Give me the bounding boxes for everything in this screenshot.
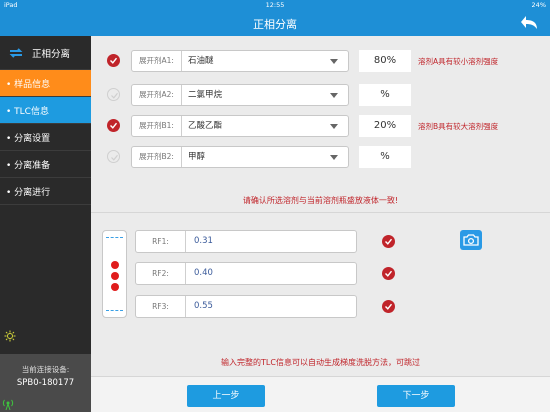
solvent-warning: 请确认所选溶剂与当前溶剂瓶盛放液体一致!	[242, 196, 399, 205]
solvent-row-a1: 展开剂A1: 石油醚 80% 溶剂A具有较小溶剂强度	[91, 50, 550, 72]
checkmark-icon	[110, 122, 118, 129]
status-battery: 24%	[531, 1, 546, 9]
checkmark-icon	[385, 270, 393, 277]
solvent-row-b2: 展开剂B2: 甲醇 %	[91, 146, 550, 168]
device-name: SPB0-180177	[16, 378, 75, 388]
sun-icon[interactable]	[4, 330, 16, 342]
bottom-bar: 上一步 下一步	[91, 376, 550, 412]
solvent-b1-percent-input[interactable]: 20%	[359, 115, 411, 137]
solvent-front-line	[106, 237, 123, 238]
sidebar-item-label: • TLC信息	[6, 106, 49, 117]
checkmark-icon	[111, 154, 118, 161]
solvent-b1-checkbox[interactable]	[107, 119, 120, 132]
rf1-field[interactable]: RF1: 0.31	[135, 230, 357, 253]
tlc-spot	[111, 283, 119, 291]
rf3-field[interactable]: RF3: 0.55	[135, 295, 357, 318]
checkmark-icon	[385, 238, 393, 245]
solvent-b-note: 溶剂B具有较大溶剂强度	[418, 122, 499, 131]
page-title: 正相分离	[253, 18, 297, 31]
sidebar-item-tlc-info[interactable]: • TLC信息	[0, 97, 91, 124]
rf2-check	[382, 267, 395, 280]
sidebar-item-separation-prep[interactable]: • 分离准备	[0, 151, 91, 178]
solvent-b1-select[interactable]: 展开剂B1: 乙酸乙酯	[131, 115, 349, 137]
sidebar-item-separation-settings[interactable]: • 分离设置	[0, 124, 91, 151]
device-label: 当前连接设备:	[21, 365, 70, 374]
solvent-a1-label: 展开剂A1:	[132, 51, 182, 71]
camera-icon	[463, 234, 479, 246]
swap-arrows-icon	[9, 47, 23, 58]
back-arrow-icon[interactable]	[520, 14, 540, 32]
camera-button[interactable]	[460, 230, 482, 250]
device-panel: 当前连接设备: SPB0-180177	[0, 354, 91, 412]
prev-step-button[interactable]: 上一步	[187, 385, 265, 407]
chevron-down-icon	[330, 59, 338, 64]
sidebar-header[interactable]: 正相分离	[0, 36, 91, 70]
solvent-a2-label: 展开剂A2:	[132, 85, 182, 105]
tlc-plate	[102, 230, 127, 318]
solvent-b2-checkbox[interactable]	[107, 150, 120, 163]
solvent-a1-checkbox[interactable]	[107, 54, 120, 67]
rf2-value: 0.40	[194, 268, 213, 278]
solvent-b2-select[interactable]: 展开剂B2: 甲醇	[131, 146, 349, 168]
rf3-label: RF3:	[136, 296, 186, 317]
tlc-hint: 输入完整的TLC信息可以自动生成梯度洗脱方法，可跳过	[221, 358, 420, 367]
divider	[91, 212, 550, 213]
rf3-check	[382, 300, 395, 313]
sidebar-item-label: • 分离进行	[6, 187, 51, 198]
sidebar-item-sample-info[interactable]: • 样品信息	[0, 70, 91, 97]
solvent-b2-label: 展开剂B2:	[132, 147, 182, 167]
tlc-info-panel: 展开剂A1: 石油醚 80% 溶剂A具有较小溶剂强度 展开剂A2: 二氯甲烷 %…	[91, 36, 550, 376]
rf1-label: RF1:	[136, 231, 186, 252]
sidebar-item-label: • 样品信息	[6, 79, 51, 90]
status-time: 12:55	[265, 1, 285, 9]
sidebar: 正相分离 • 样品信息 • TLC信息 • 分离设置 • 分离准备 • 分离进行…	[0, 36, 91, 412]
solvent-row-b1: 展开剂B1: 乙酸乙酯 20% 溶剂B具有较大溶剂强度	[91, 115, 550, 137]
signal-tower-icon	[2, 399, 14, 410]
checkmark-icon	[385, 303, 393, 310]
rf1-check	[382, 235, 395, 248]
tlc-spot	[111, 272, 119, 280]
solvent-a2-checkbox[interactable]	[107, 88, 120, 101]
chevron-down-icon	[330, 155, 338, 160]
rf3-value: 0.55	[194, 301, 213, 311]
rf2-field[interactable]: RF2: 0.40	[135, 262, 357, 285]
tlc-spot	[111, 261, 119, 269]
status-bar: iPad 12:55 24%	[0, 0, 550, 10]
solvent-a2-value: 二氯甲烷	[188, 90, 223, 100]
sidebar-header-label: 正相分离	[32, 48, 71, 60]
sidebar-item-label: • 分离准备	[6, 160, 51, 171]
rf1-value: 0.31	[194, 236, 213, 246]
solvent-b1-label: 展开剂B1:	[132, 116, 182, 136]
next-step-button[interactable]: 下一步	[377, 385, 455, 407]
solvent-row-a2: 展开剂A2: 二氯甲烷 %	[91, 84, 550, 106]
sidebar-item-separation-run[interactable]: • 分离进行	[0, 178, 91, 205]
solvent-b2-percent-input[interactable]: %	[359, 146, 411, 168]
solvent-b2-value: 甲醇	[188, 152, 206, 162]
solvent-a2-select[interactable]: 展开剂A2: 二氯甲烷	[131, 84, 349, 106]
sidebar-item-label: • 分离设置	[6, 133, 51, 144]
checkmark-icon	[110, 57, 118, 64]
solvent-a1-select[interactable]: 展开剂A1: 石油醚	[131, 50, 349, 72]
baseline-line	[106, 310, 123, 311]
chevron-down-icon	[330, 93, 338, 98]
solvent-a2-percent-input[interactable]: %	[359, 84, 411, 106]
checkmark-icon	[111, 92, 118, 99]
rf2-label: RF2:	[136, 263, 186, 284]
title-bar: 正相分离	[0, 10, 550, 36]
solvent-a1-percent-input[interactable]: 80%	[359, 50, 411, 72]
solvent-a1-value: 石油醚	[188, 56, 214, 66]
solvent-b1-value: 乙酸乙酯	[188, 121, 223, 131]
chevron-down-icon	[330, 124, 338, 129]
solvent-a-note: 溶剂A具有较小溶剂强度	[418, 57, 499, 66]
